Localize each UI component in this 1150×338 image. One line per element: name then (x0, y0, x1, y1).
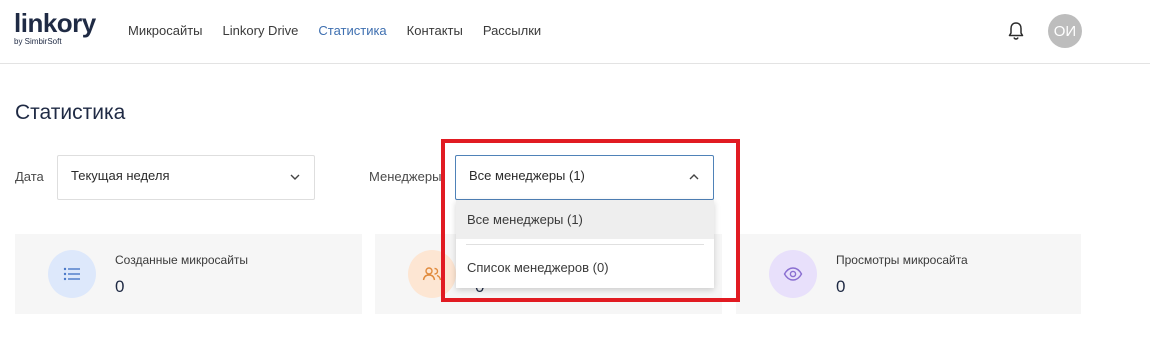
notifications-bell-icon[interactable] (1005, 20, 1027, 42)
nav-item-microsites[interactable]: Микросайты (128, 22, 203, 40)
date-select[interactable]: Текущая неделя (57, 155, 315, 200)
card-value: 0 (115, 277, 125, 296)
nav-item-statistics[interactable]: Статистика (318, 22, 386, 40)
page-title: Статистика (15, 101, 126, 124)
eye-icon (769, 250, 817, 298)
nav-item-linkory-drive[interactable]: Linkory Drive (223, 22, 299, 40)
logo-text: linkory (14, 8, 96, 38)
avatar[interactable]: ОИ (1048, 14, 1082, 48)
logo[interactable]: linkory by SimbirSoft (14, 10, 96, 47)
nav-item-contacts[interactable]: Контакты (407, 22, 463, 40)
date-filter-label: Дата (15, 169, 44, 184)
card-label: Созданные микросайты (115, 253, 249, 267)
stat-card-microsite-views: Просмотры микросайта 0 (736, 234, 1081, 314)
highlight-annotation-box (441, 139, 740, 302)
date-select-value: Текущая неделя (71, 168, 170, 183)
top-header: linkory by SimbirSoft Микросайты Linkory… (0, 0, 1150, 64)
list-icon (48, 250, 96, 298)
nav-item-mailings[interactable]: Рассылки (483, 22, 541, 40)
logo-subtitle: by SimbirSoft (14, 37, 62, 46)
card-label: Просмотры микросайта (836, 253, 968, 267)
stat-card-created-microsites: Созданные микросайты 0 (15, 234, 362, 314)
card-value: 0 (836, 277, 846, 296)
chevron-down-icon (290, 174, 300, 180)
managers-filter-label: Менеджеры (369, 169, 442, 184)
main-nav: Микросайты Linkory Drive Статистика Конт… (128, 22, 541, 40)
